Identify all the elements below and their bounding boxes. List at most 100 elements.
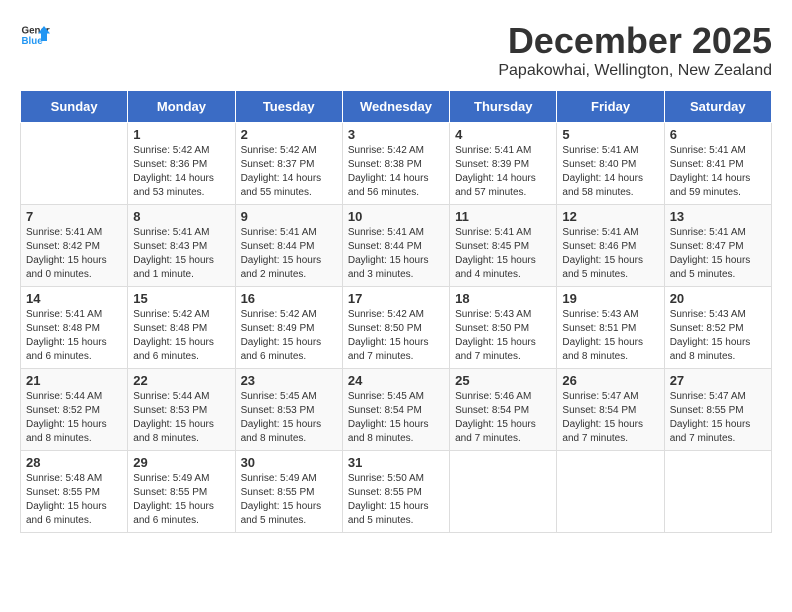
cal-cell: 8 Sunrise: 5:41 AM Sunset: 8:43 PM Daylig…: [128, 205, 235, 287]
day-number: 14: [26, 291, 122, 306]
day-number: 19: [562, 291, 658, 306]
month-title: December 2025: [498, 20, 772, 62]
cal-cell: 31 Sunrise: 5:50 AM Sunset: 8:55 PM Dayli…: [342, 451, 449, 533]
cell-info: Sunrise: 5:41 AM Sunset: 8:45 PM Dayligh…: [455, 226, 551, 282]
cal-cell: 13 Sunrise: 5:41 AM Sunset: 8:47 PM Dayli…: [664, 205, 771, 287]
cell-info: Sunrise: 5:50 AM Sunset: 8:55 PM Dayligh…: [348, 472, 444, 528]
cell-info: Sunrise: 5:43 AM Sunset: 8:50 PM Dayligh…: [455, 308, 551, 364]
cal-cell: 4Sunrise: 5:41 AM Sunset: 8:39 PM Daylig…: [450, 123, 557, 205]
cal-cell: 23Sunrise: 5:45 AM Sunset: 8:53 PM Dayli…: [235, 369, 342, 451]
cell-info: Sunrise: 5:44 AM Sunset: 8:53 PM Dayligh…: [133, 390, 229, 446]
day-number: 7: [26, 209, 122, 224]
day-header-monday: Monday: [128, 91, 235, 123]
cal-cell: 18Sunrise: 5:43 AM Sunset: 8:50 PM Dayli…: [450, 287, 557, 369]
cell-info: Sunrise: 5:47 AM Sunset: 8:55 PM Dayligh…: [670, 390, 766, 446]
day-number: 4: [455, 127, 551, 142]
cell-info: Sunrise: 5:41 AM Sunset: 8:47 PM Dayligh…: [670, 226, 766, 282]
location-subtitle: Papakowhai, Wellington, New Zealand: [498, 62, 772, 80]
calendar-week-5: 28 Sunrise: 5:48 AM Sunset: 8:55 PM Dayli…: [21, 451, 772, 533]
day-header-tuesday: Tuesday: [235, 91, 342, 123]
day-number: 5: [562, 127, 658, 142]
day-number: 26: [562, 373, 658, 388]
day-number: 27: [670, 373, 766, 388]
cell-info: Sunrise: 5:43 AM Sunset: 8:51 PM Dayligh…: [562, 308, 658, 364]
day-number: 8: [133, 209, 229, 224]
day-number: 25: [455, 373, 551, 388]
cal-cell: [450, 451, 557, 533]
cal-cell: [21, 123, 128, 205]
cal-cell: 10Sunrise: 5:41 AM Sunset: 8:44 PM Dayli…: [342, 205, 449, 287]
cal-cell: 26Sunrise: 5:47 AM Sunset: 8:54 PM Dayli…: [557, 369, 664, 451]
cal-cell: 16 Sunrise: 5:42 AM Sunset: 8:49 PM Dayli…: [235, 287, 342, 369]
cell-info: Sunrise: 5:41 AM Sunset: 8:41 PM Dayligh…: [670, 144, 766, 200]
day-header-sunday: Sunday: [21, 91, 128, 123]
cal-cell: 6 Sunrise: 5:41 AM Sunset: 8:41 PM Daylig…: [664, 123, 771, 205]
cal-cell: 29 Sunrise: 5:49 AM Sunset: 8:55 PM Dayli…: [128, 451, 235, 533]
day-number: 22: [133, 373, 229, 388]
cal-cell: 30 Sunrise: 5:49 AM Sunset: 8:55 PM Dayli…: [235, 451, 342, 533]
cell-info: Sunrise: 5:41 AM Sunset: 8:44 PM Dayligh…: [241, 226, 337, 282]
day-number: 31: [348, 455, 444, 470]
cal-cell: 2 Sunrise: 5:42 AM Sunset: 8:37 PM Daylig…: [235, 123, 342, 205]
cal-cell: 25 Sunrise: 5:46 AM Sunset: 8:54 PM Dayli…: [450, 369, 557, 451]
cell-info: Sunrise: 5:49 AM Sunset: 8:55 PM Dayligh…: [241, 472, 337, 528]
day-header-friday: Friday: [557, 91, 664, 123]
cell-info: Sunrise: 5:42 AM Sunset: 8:48 PM Dayligh…: [133, 308, 229, 364]
cell-info: Sunrise: 5:42 AM Sunset: 8:36 PM Dayligh…: [133, 144, 229, 200]
cell-info: Sunrise: 5:46 AM Sunset: 8:54 PM Dayligh…: [455, 390, 551, 446]
day-number: 16: [241, 291, 337, 306]
day-number: 10: [348, 209, 444, 224]
calendar-week-1: 1 Sunrise: 5:42 AM Sunset: 8:36 PM Daylig…: [21, 123, 772, 205]
cell-info: Sunrise: 5:42 AM Sunset: 8:37 PM Dayligh…: [241, 144, 337, 200]
cell-info: Sunrise: 5:41 AM Sunset: 8:40 PM Dayligh…: [562, 144, 658, 200]
logo-icon: General Blue: [20, 20, 50, 50]
svg-text:Blue: Blue: [22, 36, 44, 47]
day-number: 2: [241, 127, 337, 142]
cell-info: Sunrise: 5:42 AM Sunset: 8:49 PM Dayligh…: [241, 308, 337, 364]
day-number: 30: [241, 455, 337, 470]
logo: General Blue: [20, 20, 50, 50]
cell-info: Sunrise: 5:41 AM Sunset: 8:42 PM Dayligh…: [26, 226, 122, 282]
cell-info: Sunrise: 5:48 AM Sunset: 8:55 PM Dayligh…: [26, 472, 122, 528]
cal-cell: 28 Sunrise: 5:48 AM Sunset: 8:55 PM Dayli…: [21, 451, 128, 533]
calendar-week-3: 14 Sunrise: 5:41 AM Sunset: 8:48 PM Dayli…: [21, 287, 772, 369]
cal-cell: 22 Sunrise: 5:44 AM Sunset: 8:53 PM Dayli…: [128, 369, 235, 451]
cal-cell: 17 Sunrise: 5:42 AM Sunset: 8:50 PM Dayli…: [342, 287, 449, 369]
calendar-table: SundayMondayTuesdayWednesdayThursdayFrid…: [20, 90, 772, 533]
calendar-week-4: 21Sunrise: 5:44 AM Sunset: 8:52 PM Dayli…: [21, 369, 772, 451]
calendar-header-row: SundayMondayTuesdayWednesdayThursdayFrid…: [21, 91, 772, 123]
cal-cell: 7 Sunrise: 5:41 AM Sunset: 8:42 PM Daylig…: [21, 205, 128, 287]
day-header-thursday: Thursday: [450, 91, 557, 123]
cell-info: Sunrise: 5:41 AM Sunset: 8:43 PM Dayligh…: [133, 226, 229, 282]
cal-cell: 27 Sunrise: 5:47 AM Sunset: 8:55 PM Dayli…: [664, 369, 771, 451]
cell-info: Sunrise: 5:44 AM Sunset: 8:52 PM Dayligh…: [26, 390, 122, 446]
day-number: 24: [348, 373, 444, 388]
day-number: 1: [133, 127, 229, 142]
day-number: 3: [348, 127, 444, 142]
day-number: 12: [562, 209, 658, 224]
cell-info: Sunrise: 5:49 AM Sunset: 8:55 PM Dayligh…: [133, 472, 229, 528]
cell-info: Sunrise: 5:42 AM Sunset: 8:50 PM Dayligh…: [348, 308, 444, 364]
cal-cell: [664, 451, 771, 533]
calendar-body: 1 Sunrise: 5:42 AM Sunset: 8:36 PM Daylig…: [21, 123, 772, 533]
day-number: 29: [133, 455, 229, 470]
cal-cell: 19 Sunrise: 5:43 AM Sunset: 8:51 PM Dayli…: [557, 287, 664, 369]
day-number: 17: [348, 291, 444, 306]
cal-cell: 1 Sunrise: 5:42 AM Sunset: 8:36 PM Daylig…: [128, 123, 235, 205]
day-number: 6: [670, 127, 766, 142]
cell-info: Sunrise: 5:45 AM Sunset: 8:53 PM Dayligh…: [241, 390, 337, 446]
day-number: 28: [26, 455, 122, 470]
cal-cell: 24 Sunrise: 5:45 AM Sunset: 8:54 PM Dayli…: [342, 369, 449, 451]
day-number: 13: [670, 209, 766, 224]
cell-info: Sunrise: 5:43 AM Sunset: 8:52 PM Dayligh…: [670, 308, 766, 364]
cal-cell: 14 Sunrise: 5:41 AM Sunset: 8:48 PM Dayli…: [21, 287, 128, 369]
cell-info: Sunrise: 5:45 AM Sunset: 8:54 PM Dayligh…: [348, 390, 444, 446]
cal-cell: 3Sunrise: 5:42 AM Sunset: 8:38 PM Daylig…: [342, 123, 449, 205]
cal-cell: 12Sunrise: 5:41 AM Sunset: 8:46 PM Dayli…: [557, 205, 664, 287]
cal-cell: 20Sunrise: 5:43 AM Sunset: 8:52 PM Dayli…: [664, 287, 771, 369]
cal-cell: 11Sunrise: 5:41 AM Sunset: 8:45 PM Dayli…: [450, 205, 557, 287]
page-header: General Blue December 2025 Papakowhai, W…: [20, 20, 772, 80]
cal-cell: 21Sunrise: 5:44 AM Sunset: 8:52 PM Dayli…: [21, 369, 128, 451]
calendar-week-2: 7 Sunrise: 5:41 AM Sunset: 8:42 PM Daylig…: [21, 205, 772, 287]
cell-info: Sunrise: 5:41 AM Sunset: 8:48 PM Dayligh…: [26, 308, 122, 364]
